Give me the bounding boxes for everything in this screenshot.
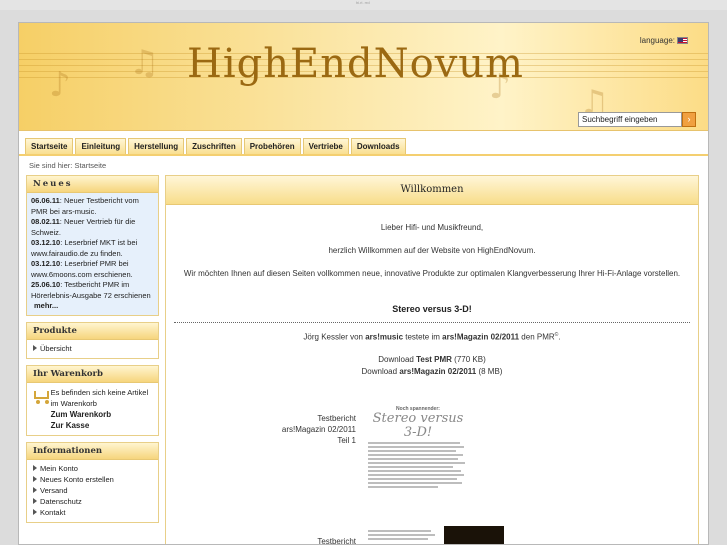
dl2-pre: Download: [361, 367, 400, 376]
arrow-right-icon: [33, 498, 37, 504]
dl1-link[interactable]: Test PMR: [416, 355, 452, 364]
report1-label: Testbericht ars!Magazin 02/2011 Teil 1: [256, 413, 356, 446]
arrow-right-icon: [33, 476, 37, 482]
shopping-cart-icon: [31, 387, 49, 405]
test-end: .: [558, 332, 561, 342]
news-item[interactable]: 03.12.10: Leserbrief MKT ist bei www.fai…: [31, 238, 154, 259]
nav-tab-vertriebe[interactable]: Vertriebe: [302, 138, 349, 155]
news-date: 03.12.10: [31, 259, 61, 268]
welcome-text: herzlich Willkommen auf der Website von …: [328, 246, 536, 255]
info-item-label: Versand: [40, 485, 68, 495]
language-label: language:: [639, 36, 675, 45]
report1-line: Teil 1: [337, 436, 356, 445]
us-flag-icon[interactable]: [677, 37, 688, 44]
news-date: 25.06.10: [31, 280, 61, 289]
report1-thumbnail[interactable]: Noch spannender: Stereo versus 3-D!: [368, 406, 468, 506]
news-title: Neues: [27, 176, 158, 193]
main-content: Willkommen Lieber Hifi- und Musikfreund,…: [165, 175, 699, 545]
report2-label: Testbericht: [317, 537, 356, 545]
news-more-link[interactable]: mehr...: [34, 301, 58, 310]
dl2-size: (8 MB): [476, 367, 503, 376]
nav-tab-einleitung[interactable]: Einleitung: [75, 138, 127, 155]
cart-title: Ihr Warenkorb: [27, 365, 158, 383]
cart-box: Ihr Warenkorb Es befinden sich keine Art…: [26, 364, 159, 436]
news-date: 06.06.11: [31, 196, 60, 205]
search-box: ›: [578, 112, 696, 127]
report1-line: Testbericht: [317, 414, 356, 423]
report1-line: ars!Magazin 02/2011: [281, 425, 356, 434]
info-item-kontakt[interactable]: Kontakt: [33, 507, 152, 518]
search-go-button[interactable]: ›: [682, 112, 696, 127]
window-strip-text: hi.ri. rrd: [356, 0, 370, 5]
news-item[interactable]: 03.12.10: Leserbrief PMR bei www.6moons.…: [31, 259, 154, 280]
info-item-label: Kontakt: [40, 507, 66, 517]
report2-image-thumbnail[interactable]: [444, 526, 504, 544]
greeting-text: Lieber Hifi- und Musikfreund,: [380, 223, 484, 232]
info-item-versand[interactable]: Versand: [33, 485, 152, 496]
info-item-label: Datenschutz: [40, 496, 82, 506]
report2-text-thumbnail[interactable]: [368, 528, 438, 544]
news-date: 08.02.11: [31, 217, 60, 226]
page-title: Willkommen: [166, 176, 698, 205]
info-item-neues-konto[interactable]: Neues Konto erstellen: [33, 474, 152, 485]
dl1-size: (770 KB): [451, 355, 486, 364]
cart-empty-text: Es befinden sich keine Artikel im Warenk…: [50, 387, 149, 408]
search-input[interactable]: [578, 112, 682, 127]
intro-text: Wir möchten Ihnen auf diesen Seiten voll…: [183, 269, 681, 278]
checkout-link[interactable]: Zur Kasse: [51, 420, 154, 431]
section-title: Stereo versus 3-D!: [392, 304, 472, 314]
nav-tab-downloads[interactable]: Downloads: [350, 138, 406, 155]
site-logo[interactable]: HighEndNovum: [187, 41, 524, 87]
download-test-pmr[interactable]: Download Test PMR (770 KB): [166, 355, 698, 364]
language-switch[interactable]: language:: [640, 36, 688, 45]
test-info-text: Jörg Kessler von ars!music testete im ar…: [166, 332, 698, 342]
section-divider: [174, 322, 690, 323]
test-mag1: ars!music: [365, 332, 404, 342]
dl2-link[interactable]: ars!Magazin 02/2011: [399, 367, 476, 376]
news-box: Neues 06.06.11: Neuer Testbericht vom PM…: [26, 175, 159, 316]
news-item[interactable]: 25.06.10: Testbericht PMR im Hörerlebnis…: [31, 280, 154, 301]
to-cart-link[interactable]: Zum Warenkorb: [51, 409, 154, 420]
download-ars-magazin[interactable]: Download ars!Magazin 02/2011 (8 MB): [166, 367, 698, 376]
products-box: Produkte Übersicht: [26, 321, 159, 359]
arrow-right-icon: [33, 487, 37, 493]
thumb-title: Stereo versus 3-D!: [372, 411, 464, 440]
info-item-label: Neues Konto erstellen: [40, 474, 114, 484]
news-item[interactable]: 06.06.11: Neuer Testbericht vom PMR bei …: [31, 196, 154, 217]
info-item-mein-konto[interactable]: Mein Konto: [33, 463, 152, 474]
breadcrumb: Sie sind hier: Startseite: [29, 161, 107, 170]
info-title: Informationen: [27, 442, 158, 460]
main-nav: Startseite Einleitung Herstellung Zuschr…: [25, 138, 406, 155]
nav-tab-herstellung[interactable]: Herstellung: [128, 138, 185, 155]
info-item-label: Mein Konto: [40, 463, 78, 473]
music-note-icon: ♫: [129, 43, 160, 83]
site-header: ♪ ♫ ♪ ♫ HighEndNovum language: ›: [19, 23, 708, 131]
nav-tab-probehoeren[interactable]: Probehören: [243, 138, 301, 155]
products-title: Produkte: [27, 322, 158, 340]
nav-divider: [19, 154, 708, 156]
test-mag2: ars!Magazin 02/2011: [442, 332, 520, 342]
nav-tab-startseite[interactable]: Startseite: [25, 138, 74, 155]
sidebar: Neues 06.06.11: Neuer Testbericht vom PM…: [26, 175, 159, 529]
test-pre: Jörg Kessler von: [303, 332, 366, 342]
dl1-pre: Download: [378, 355, 417, 364]
arrow-right-icon: [33, 465, 37, 471]
arrow-right-icon: [33, 509, 37, 515]
window-top-strip: hi.ri. rrd: [0, 0, 727, 10]
info-item-datenschutz[interactable]: Datenschutz: [33, 496, 152, 507]
test-mid: testete im: [403, 332, 443, 342]
news-item[interactable]: 08.02.11: Neuer Vertrieb für die Schweiz…: [31, 217, 154, 238]
page: ♪ ♫ ♪ ♫ HighEndNovum language: › Startse…: [18, 22, 709, 545]
music-note-icon: ♪: [49, 65, 71, 105]
products-item-label: Übersicht: [40, 343, 72, 353]
arrow-right-icon: [33, 345, 37, 351]
products-item-uebersicht[interactable]: Übersicht: [33, 343, 152, 354]
nav-tab-zuschriften[interactable]: Zuschriften: [186, 138, 242, 155]
test-post: den PMR: [519, 332, 555, 342]
info-box: Informationen Mein Konto Neues Konto ers…: [26, 441, 159, 523]
news-date: 03.12.10: [31, 238, 61, 247]
news-list: 06.06.11: Neuer Testbericht vom PMR bei …: [27, 193, 158, 315]
